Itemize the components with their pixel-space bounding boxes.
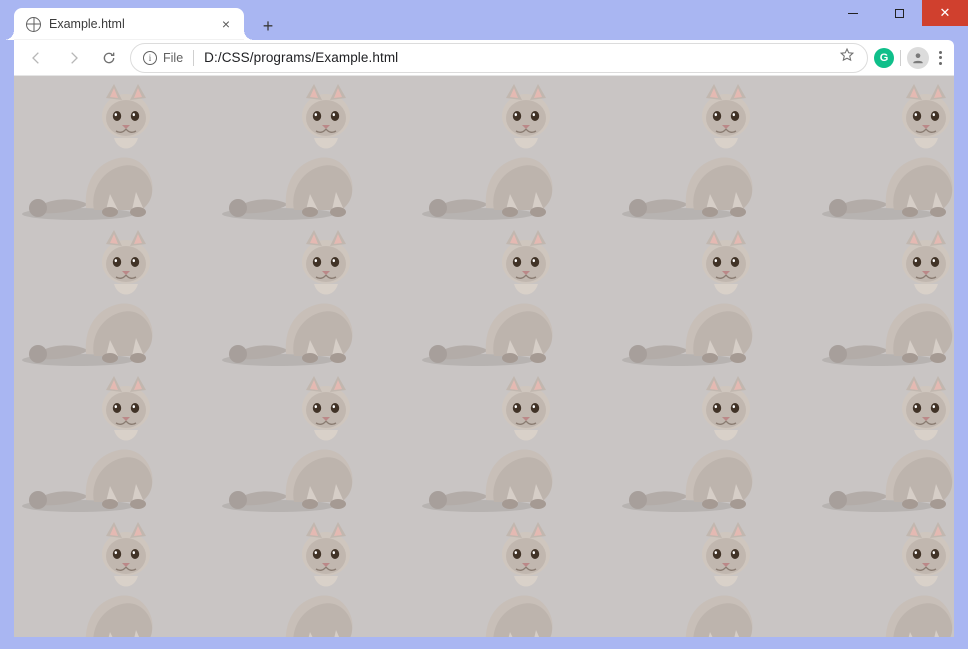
page-background-repeating-cat-image (14, 76, 954, 637)
toolbar-separator (900, 50, 901, 66)
window-close-button[interactable]: ✕ (922, 0, 968, 26)
star-icon (839, 47, 855, 63)
menu-button[interactable] (935, 51, 946, 65)
toolbar: i File D:/CSS/programs/Example.html G (14, 40, 954, 76)
omnibox-url: D:/CSS/programs/Example.html (204, 50, 829, 65)
info-icon: i (143, 51, 157, 65)
extension-glyph: G (880, 52, 889, 64)
omnibox[interactable]: i File D:/CSS/programs/Example.html (130, 43, 868, 73)
tab-strip: Example.html × + (14, 8, 818, 40)
person-icon (911, 51, 925, 65)
reload-button[interactable] (94, 43, 124, 73)
back-button[interactable] (22, 43, 52, 73)
file-chip-label: File (163, 51, 183, 65)
tab-close-button[interactable]: × (218, 16, 234, 32)
omnibox-separator (193, 50, 194, 66)
tab-title: Example.html (49, 17, 210, 31)
extension-button[interactable]: G (874, 48, 894, 68)
bookmark-button[interactable] (839, 47, 855, 68)
globe-icon (26, 17, 41, 32)
profile-button[interactable] (907, 47, 929, 69)
reload-icon (101, 50, 117, 66)
site-info-chip[interactable]: i File (143, 51, 183, 65)
new-tab-button[interactable]: + (254, 12, 282, 40)
tab-active[interactable]: Example.html × (14, 8, 244, 40)
forward-button[interactable] (58, 43, 88, 73)
arrow-right-icon (65, 50, 81, 66)
arrow-left-icon (29, 50, 45, 66)
window-controls: ✕ (830, 0, 968, 26)
window-minimize-button[interactable] (830, 0, 876, 26)
window-maximize-button[interactable] (876, 0, 922, 26)
page-viewport (14, 76, 954, 637)
